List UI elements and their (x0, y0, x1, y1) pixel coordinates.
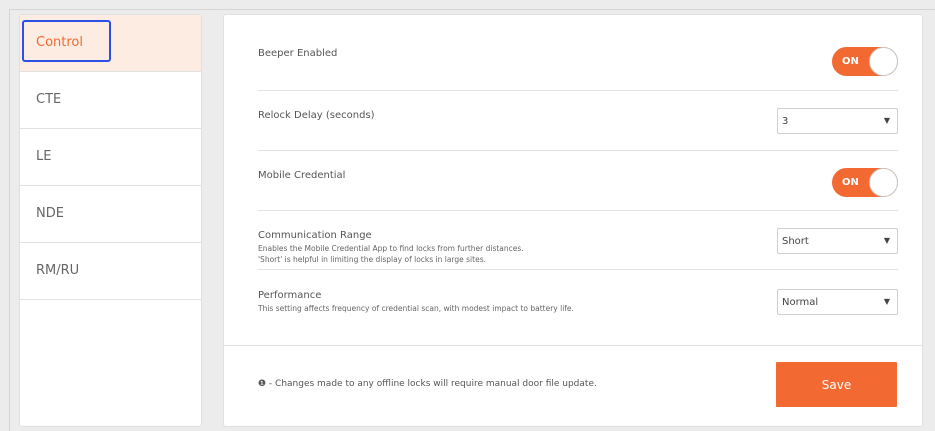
sidebar-item-rmru[interactable]: RM/RU (20, 243, 201, 300)
relock-select[interactable]: 3 ▼ (777, 108, 898, 134)
toggle-knob (869, 47, 898, 76)
communication-range-row: Communication Range Enables the Mobile C… (258, 210, 898, 270)
sidebar-item-label: Control (36, 35, 83, 50)
chevron-down-icon: ▼ (883, 236, 890, 245)
sidebar-item-le[interactable]: LE (20, 129, 201, 186)
communication-range-desc-1: Enables the Mobile Credential App to fin… (258, 244, 524, 253)
toggle-knob (869, 168, 898, 197)
select-value: Normal (782, 297, 819, 308)
communication-range-desc-2: 'Short' is helpful in limiting the displ… (258, 255, 486, 264)
select-value: Short (782, 236, 809, 247)
beeper-toggle[interactable]: ON (832, 47, 898, 76)
sidebar-item-nde[interactable]: NDE (20, 186, 201, 243)
footer-divider (224, 345, 922, 346)
sidebar-item-control[interactable]: Control (20, 15, 201, 72)
communication-range-select[interactable]: Short ▼ (777, 228, 898, 254)
chevron-down-icon: ▼ (883, 116, 890, 125)
beeper-label: Beeper Enabled (258, 48, 338, 59)
settings-panel: Beeper Enabled ON Relock Delay (seconds)… (223, 14, 923, 427)
performance-desc: This setting affects frequency of creden… (258, 304, 574, 313)
mobile-credential-row: Mobile Credential ON (258, 150, 898, 211)
sidebar-item-label: LE (36, 149, 52, 164)
offline-locks-note: ❶ - Changes made to any offline locks wi… (258, 379, 597, 389)
sidebar-item-label: RM/RU (36, 263, 80, 278)
mobile-credential-toggle[interactable]: ON (832, 168, 898, 197)
beeper-row: Beeper Enabled ON (258, 35, 898, 91)
chevron-down-icon: ▼ (883, 297, 890, 306)
toggle-state: ON (842, 56, 859, 67)
mobile-credential-label: Mobile Credential (258, 170, 346, 181)
performance-row: Performance This setting affects frequen… (258, 269, 898, 327)
sidebar-item-cte[interactable]: CTE (20, 72, 201, 129)
relock-row: Relock Delay (seconds) 3 ▼ (258, 90, 898, 151)
sidebar-item-label: NDE (36, 206, 64, 221)
sidebar-item-label: CTE (36, 92, 62, 107)
communication-range-label: Communication Range (258, 230, 372, 241)
relock-label: Relock Delay (seconds) (258, 110, 375, 121)
performance-label: Performance (258, 290, 322, 301)
sidebar: Control CTE LE NDE RM/RU (19, 14, 202, 427)
save-button[interactable]: Save (776, 362, 897, 407)
select-value: 3 (782, 116, 789, 127)
performance-select[interactable]: Normal ▼ (777, 289, 898, 315)
toggle-state: ON (842, 177, 859, 188)
